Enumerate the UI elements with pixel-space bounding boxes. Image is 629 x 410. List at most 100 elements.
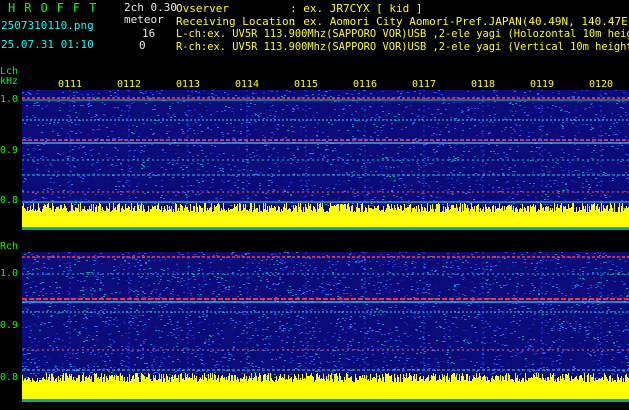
noise — [44, 267, 46, 268]
noise — [338, 198, 340, 199]
noise — [557, 163, 559, 164]
noise — [84, 152, 86, 153]
noise — [586, 253, 588, 254]
noise-floor — [128, 206, 129, 230]
noise — [307, 281, 309, 282]
noise — [303, 127, 305, 128]
noise — [156, 181, 158, 182]
noise — [361, 146, 363, 147]
noise-floor — [541, 204, 542, 230]
noise — [355, 333, 357, 334]
noise — [597, 127, 599, 128]
noise — [95, 263, 97, 264]
noise — [106, 154, 108, 155]
noise — [281, 314, 283, 315]
noise — [450, 147, 452, 148]
noise — [454, 286, 456, 287]
noise — [609, 269, 611, 270]
noise — [240, 107, 242, 108]
noise — [192, 156, 194, 157]
noise — [500, 141, 502, 142]
noise-floor — [547, 207, 548, 230]
noise — [442, 275, 444, 276]
noise — [167, 335, 169, 336]
noise — [337, 319, 339, 320]
noise — [433, 141, 435, 142]
noise — [402, 368, 404, 369]
noise — [516, 348, 518, 349]
noise — [294, 337, 296, 338]
noise — [59, 266, 61, 267]
noise — [596, 300, 598, 301]
noise — [389, 101, 391, 102]
noise — [125, 366, 127, 367]
noise — [87, 95, 89, 96]
noise — [499, 285, 501, 286]
noise — [448, 377, 450, 378]
noise — [65, 329, 67, 330]
noise — [356, 307, 358, 308]
noise-floor — [455, 208, 456, 230]
noise — [186, 167, 188, 168]
noise — [314, 269, 316, 270]
noise-floor — [389, 206, 390, 230]
noise — [49, 162, 51, 163]
noise — [424, 365, 426, 366]
noise — [504, 129, 506, 130]
noise — [133, 94, 135, 95]
noise — [134, 328, 136, 329]
noise — [297, 149, 299, 150]
noise — [559, 107, 561, 108]
noise — [267, 117, 269, 118]
noise — [582, 187, 584, 188]
noise — [532, 186, 534, 187]
noise — [492, 373, 494, 374]
baseline — [22, 227, 629, 230]
noise-floor — [50, 208, 51, 230]
noise — [527, 126, 529, 127]
observer-label: Ovserver — [176, 2, 229, 15]
noise — [169, 162, 171, 163]
noise — [223, 108, 225, 109]
noise — [400, 197, 402, 198]
noise — [474, 269, 476, 270]
noise — [38, 118, 40, 119]
noise — [461, 135, 463, 136]
noise — [279, 326, 281, 327]
noise — [226, 357, 228, 358]
noise — [290, 195, 292, 196]
noise-floor — [243, 204, 244, 230]
noise — [224, 288, 226, 289]
noise — [183, 165, 185, 166]
noise — [564, 111, 566, 112]
noise — [323, 173, 325, 174]
noise — [221, 111, 223, 112]
noise — [384, 102, 386, 103]
noise — [222, 168, 224, 169]
noise — [465, 344, 467, 345]
noise-floor — [576, 207, 577, 230]
noise — [584, 327, 586, 328]
noise — [443, 331, 445, 332]
noise — [186, 197, 188, 198]
noise — [450, 286, 452, 287]
noise — [230, 323, 232, 324]
noise — [349, 254, 351, 255]
time-tick: 0117 — [412, 79, 437, 90]
noise — [385, 157, 387, 158]
noise — [164, 325, 166, 326]
noise-floor — [181, 205, 182, 230]
noise-floor — [377, 206, 378, 230]
noise-floor — [436, 204, 437, 230]
noise — [313, 268, 315, 269]
noise — [335, 366, 337, 367]
noise — [506, 282, 508, 283]
noise — [516, 125, 518, 126]
noise — [481, 320, 483, 321]
noise — [276, 205, 278, 206]
noise — [138, 136, 140, 137]
noise — [600, 275, 602, 276]
noise — [613, 132, 615, 133]
noise — [166, 344, 168, 345]
noise — [109, 320, 111, 321]
